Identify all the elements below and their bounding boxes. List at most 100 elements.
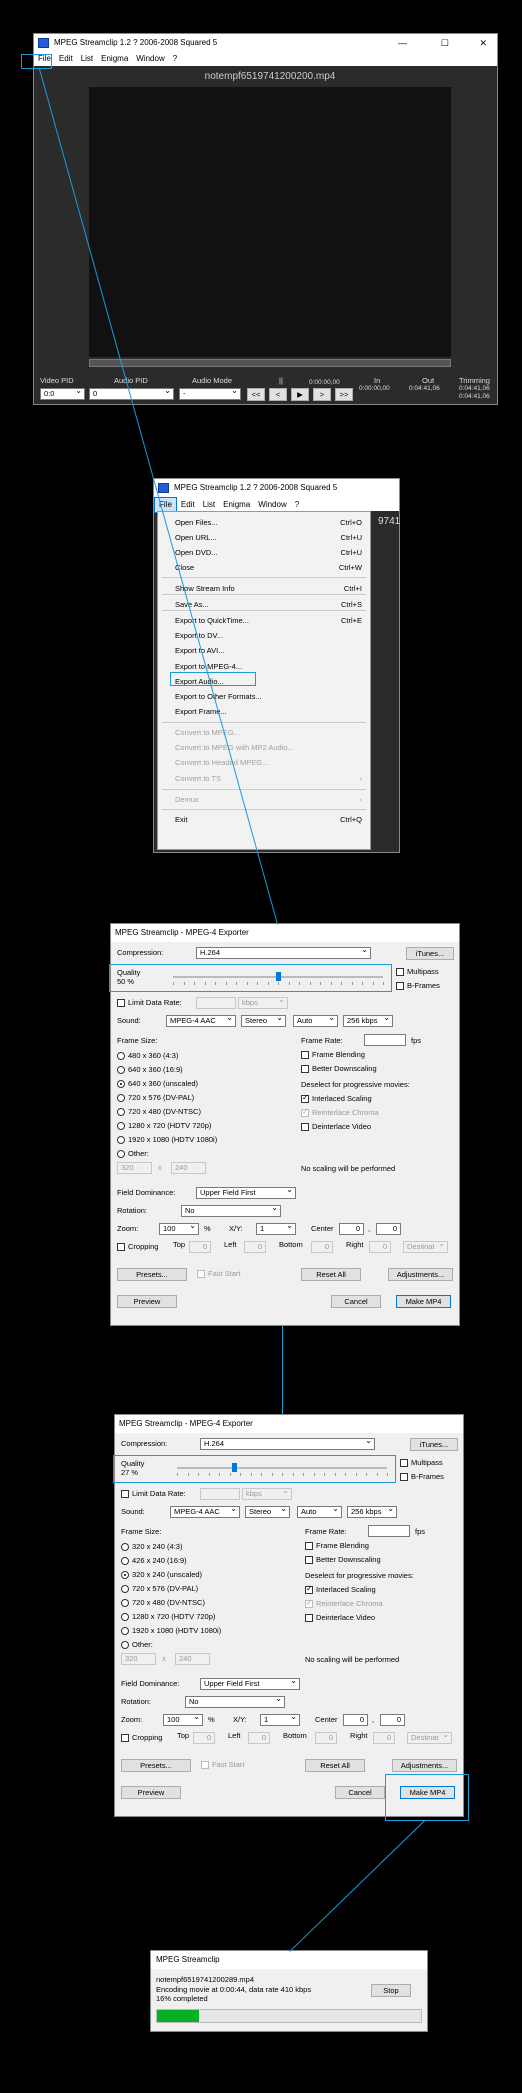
fast-forward-button[interactable]: >> — [335, 388, 353, 401]
limit-data-rate-checkbox[interactable] — [121, 1490, 129, 1498]
reset-all-button[interactable]: Reset All — [305, 1759, 365, 1772]
frame-size-radio[interactable] — [121, 1585, 129, 1593]
minimize-icon[interactable]: — — [398, 34, 407, 52]
interlaced-scaling-checkbox[interactable] — [301, 1093, 309, 1103]
xy-select[interactable]: 1 — [256, 1221, 296, 1235]
frame-rate-input[interactable] — [368, 1525, 410, 1537]
menu-help[interactable]: ? — [291, 498, 303, 512]
itunes-button[interactable]: iTunes... — [406, 947, 454, 960]
cancel-button[interactable]: Cancel — [331, 1295, 381, 1308]
frame-size-radio[interactable] — [121, 1543, 129, 1551]
sample-rate-select[interactable]: Auto — [297, 1504, 342, 1518]
frame-blending-checkbox[interactable] — [301, 1051, 309, 1059]
rotation-select[interactable]: No — [181, 1203, 281, 1217]
cropping-checkbox[interactable] — [121, 1734, 129, 1742]
make-mp4-button[interactable]: Make MP4 — [396, 1295, 451, 1308]
menu-window[interactable]: Window — [254, 498, 290, 512]
frame-size-radio[interactable] — [121, 1557, 129, 1565]
data-rate-input[interactable] — [196, 997, 236, 1009]
fast-start-checkbox[interactable] — [201, 1761, 209, 1769]
next-frame-button[interactable]: > — [313, 388, 331, 401]
field-dominance-select[interactable]: Upper Field First — [200, 1676, 300, 1690]
pause-icon[interactable]: || — [279, 376, 283, 386]
frame-size-radio[interactable] — [117, 1150, 125, 1158]
bframes-checkbox[interactable] — [400, 1473, 408, 1481]
other-height-input[interactable]: 240 — [171, 1162, 206, 1174]
presets-button[interactable]: Presets... — [121, 1759, 191, 1772]
frame-size-radio[interactable] — [117, 1108, 125, 1116]
reinterlace-chroma-checkbox[interactable] — [301, 1107, 309, 1117]
other-width-input[interactable]: 320 — [121, 1653, 156, 1665]
compression-select[interactable]: H.264 — [200, 1436, 375, 1450]
menu-list[interactable]: List — [77, 52, 97, 66]
deinterlace-video-checkbox[interactable] — [301, 1123, 309, 1131]
itunes-button[interactable]: iTunes... — [410, 1438, 458, 1451]
channels-select[interactable]: Stereo — [241, 1013, 286, 1027]
adjustments-button[interactable]: Adjustments... — [388, 1268, 453, 1281]
zoom-select[interactable]: 100 — [163, 1712, 203, 1726]
audio-bitrate-select[interactable]: 256 kbps — [347, 1504, 397, 1518]
center-y-input[interactable]: 0 — [376, 1223, 401, 1235]
play-button[interactable]: ▶ — [291, 388, 309, 401]
interlaced-scaling-checkbox[interactable] — [305, 1584, 313, 1594]
presets-button[interactable]: Presets... — [117, 1268, 187, 1281]
audio-bitrate-select[interactable]: 256 kbps — [343, 1013, 393, 1027]
menu-help[interactable]: ? — [169, 52, 181, 66]
menu-enigma[interactable]: Enigma — [97, 52, 132, 66]
data-rate-unit-select[interactable]: kbps — [242, 1486, 292, 1500]
fast-start-checkbox[interactable] — [197, 1270, 205, 1278]
menu-window[interactable]: Window — [132, 52, 168, 66]
menu-item-open-dvd[interactable]: Open DVD... — [175, 548, 218, 558]
multipass-checkbox[interactable] — [400, 1459, 408, 1467]
menu-item-exit[interactable]: Exit — [175, 815, 188, 825]
crop-top-input[interactable]: 0 — [189, 1241, 211, 1253]
stop-button[interactable]: Stop — [371, 1984, 411, 1997]
zoom-select[interactable]: 100 — [159, 1221, 199, 1235]
menu-item-export-to-other-formats[interactable]: Export to Other Formats... — [175, 692, 262, 702]
preview-button[interactable]: Preview — [121, 1786, 181, 1799]
crop-bottom-input[interactable]: 0 — [315, 1732, 337, 1744]
menu-edit[interactable]: Edit — [177, 498, 199, 512]
sound-codec-select[interactable]: MPEG-4 AAC — [166, 1013, 236, 1027]
deinterlace-video-checkbox[interactable] — [305, 1614, 313, 1622]
frame-size-radio[interactable] — [121, 1627, 129, 1635]
reset-all-button[interactable]: Reset All — [301, 1268, 361, 1281]
frame-rate-input[interactable] — [364, 1034, 406, 1046]
video-pid-select[interactable]: 0:0 — [40, 386, 85, 400]
menu-edit[interactable]: Edit — [55, 52, 77, 66]
data-rate-unit-select[interactable]: kbps — [238, 995, 288, 1009]
cancel-button[interactable]: Cancel — [335, 1786, 385, 1799]
rewind-button[interactable]: << — [247, 388, 265, 401]
multipass-checkbox[interactable] — [396, 968, 404, 976]
center-x-input[interactable]: 0 — [339, 1223, 364, 1235]
cropping-checkbox[interactable] — [117, 1243, 125, 1251]
data-rate-input[interactable] — [200, 1488, 240, 1500]
quality-slider-thumb[interactable] — [231, 1463, 237, 1472]
channels-select[interactable]: Stereo — [245, 1504, 290, 1518]
preview-button[interactable]: Preview — [117, 1295, 177, 1308]
frame-size-radio[interactable] — [121, 1571, 129, 1579]
frame-blending-checkbox[interactable] — [305, 1542, 313, 1550]
adjustments-button[interactable]: Adjustments... — [392, 1759, 457, 1772]
menu-item-export-to-mpeg-4[interactable]: Export to MPEG-4... — [175, 662, 242, 672]
frame-size-radio[interactable] — [117, 1066, 125, 1074]
crop-right-input[interactable]: 0 — [373, 1732, 395, 1744]
crop-left-input[interactable]: 0 — [244, 1241, 266, 1253]
quality-slider-thumb[interactable] — [276, 972, 281, 981]
crop-left-input[interactable]: 0 — [248, 1732, 270, 1744]
destination-select[interactable]: Destinat — [407, 1730, 452, 1744]
menu-item-export-to-quicktime[interactable]: Export to QuickTime... — [175, 616, 249, 626]
frame-size-radio[interactable] — [121, 1641, 129, 1649]
maximize-icon[interactable]: ☐ — [441, 34, 449, 52]
audio-mode-select[interactable]: - — [179, 386, 241, 400]
seek-bar[interactable] — [89, 359, 451, 367]
prev-frame-button[interactable]: < — [269, 388, 287, 401]
close-icon[interactable]: ✕ — [479, 34, 487, 52]
frame-size-radio[interactable] — [121, 1599, 129, 1607]
rotation-select[interactable]: No — [185, 1694, 285, 1708]
frame-size-radio[interactable] — [117, 1094, 125, 1102]
frame-size-radio[interactable] — [121, 1613, 129, 1621]
menu-item-open-url[interactable]: Open URL... — [175, 533, 217, 543]
frame-size-radio[interactable] — [117, 1052, 125, 1060]
better-downscaling-checkbox[interactable] — [301, 1065, 309, 1073]
